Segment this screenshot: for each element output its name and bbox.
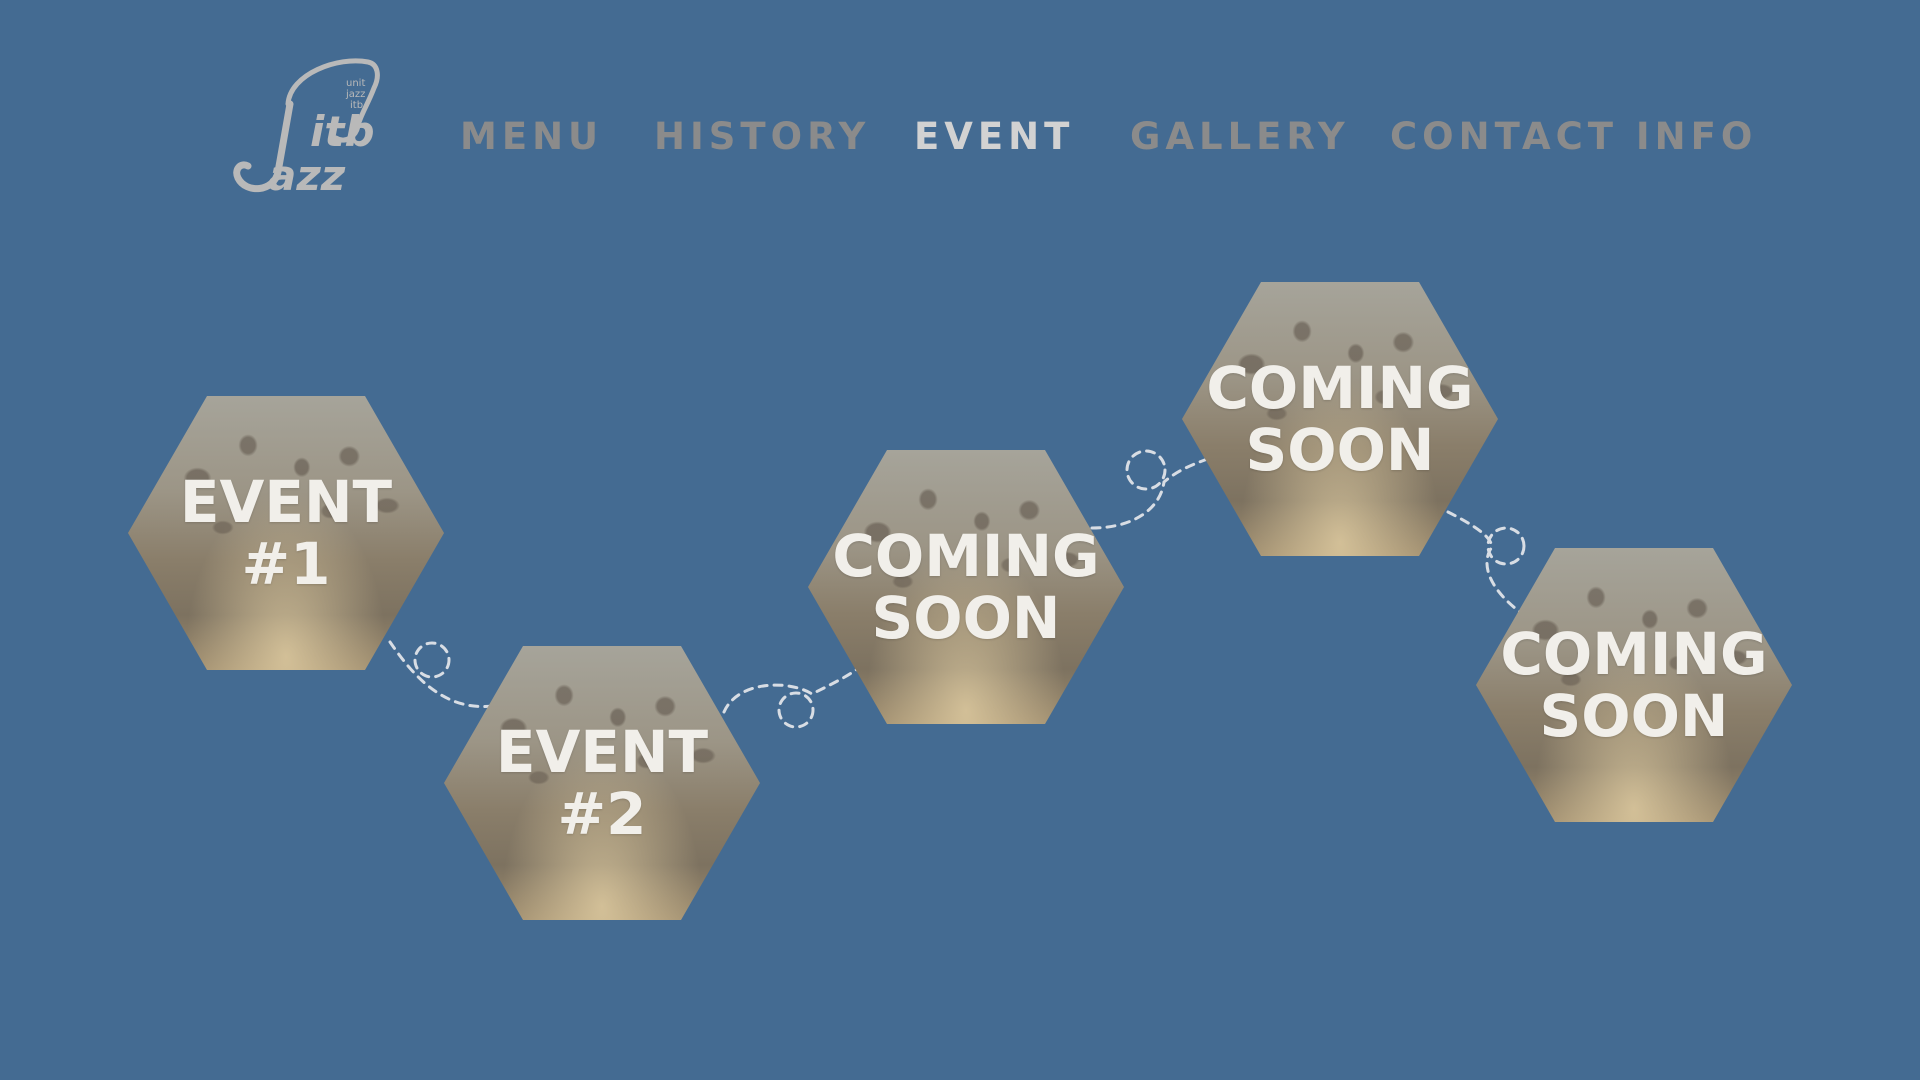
node-line-2: #1 xyxy=(241,530,331,598)
timeline-node-coming-soon-1[interactable]: COMING SOON xyxy=(808,450,1124,724)
nav-history[interactable]: HISTORY xyxy=(654,112,870,162)
logo-small-1: unit xyxy=(346,78,365,89)
timeline-node-label: EVENT #2 xyxy=(444,721,760,845)
connector-4-5-loop xyxy=(1486,526,1526,566)
connector-4-5 xyxy=(1446,510,1522,614)
timeline-node-event-2[interactable]: EVENT #2 xyxy=(444,646,760,920)
node-line-2: SOON xyxy=(1539,682,1729,750)
timeline-node-event-1[interactable]: EVENT #1 xyxy=(128,396,444,670)
nav-contact-info[interactable]: CONTACT INFO xyxy=(1390,112,1757,162)
logo-small-3: itb xyxy=(350,100,363,111)
nav-gallery[interactable]: GALLERY xyxy=(1130,112,1350,162)
node-line-1: COMING xyxy=(1206,354,1474,422)
logo-small-2: jazz xyxy=(345,89,365,100)
connector-3-4 xyxy=(1090,456,1212,530)
nav-event[interactable]: EVENT xyxy=(914,112,1074,162)
node-line-1: EVENT xyxy=(495,718,709,786)
connector-1-2-loop xyxy=(413,641,451,679)
connector-2-3-loop xyxy=(777,691,815,729)
timeline-node-coming-soon-2[interactable]: COMING SOON xyxy=(1182,282,1498,556)
connector-2-3 xyxy=(722,658,870,714)
node-line-2: SOON xyxy=(1245,416,1435,484)
main-nav: MENU HISTORY EVENT GALLERY CONTACT INFO xyxy=(0,112,1920,162)
node-line-1: COMING xyxy=(1500,620,1768,688)
node-line-1: COMING xyxy=(832,522,1100,590)
node-line-1: EVENT xyxy=(179,468,393,536)
connector-3-4-loop xyxy=(1125,449,1167,491)
timeline-node-label: COMING SOON xyxy=(1476,623,1792,747)
timeline-node-label: COMING SOON xyxy=(1182,357,1498,481)
node-line-2: #2 xyxy=(557,780,647,848)
nav-menu[interactable]: MENU xyxy=(460,112,603,162)
connector-1-2 xyxy=(388,640,494,708)
timeline-node-label: EVENT #1 xyxy=(128,471,444,595)
node-line-2: SOON xyxy=(871,584,1061,652)
timeline-node-coming-soon-3[interactable]: COMING SOON xyxy=(1476,548,1792,822)
timeline-node-label: COMING SOON xyxy=(808,525,1124,649)
